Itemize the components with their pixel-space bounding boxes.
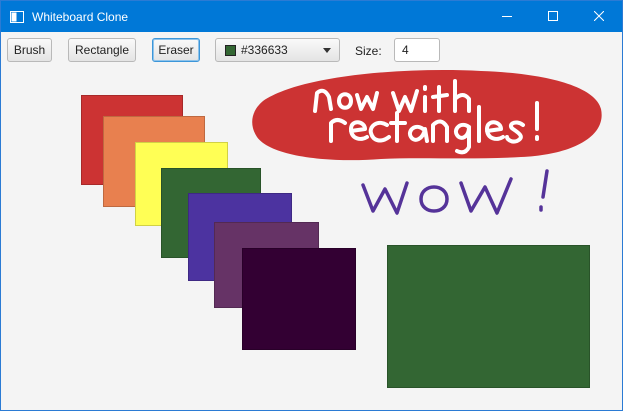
app-window: Whiteboard Clone Brush Rectangle Eraser … — [0, 0, 623, 411]
close-button[interactable] — [576, 1, 622, 32]
maximize-button[interactable] — [530, 1, 576, 32]
size-input[interactable] — [394, 38, 440, 62]
toolbar: Brush Rectangle Eraser #336633 Size: — [1, 32, 622, 67]
eraser-button[interactable]: Eraser — [152, 38, 200, 62]
window-title: Whiteboard Clone — [32, 9, 129, 24]
drawing-canvas[interactable] — [1, 67, 622, 410]
minimize-button[interactable] — [484, 1, 530, 32]
rectangle-button[interactable]: Rectangle — [68, 38, 136, 62]
minimize-icon — [502, 8, 512, 26]
app-icon — [10, 10, 24, 23]
maximize-icon — [548, 8, 558, 26]
color-swatch — [225, 44, 236, 56]
chevron-down-icon — [323, 47, 331, 53]
title-bar[interactable]: Whiteboard Clone — [1, 1, 622, 32]
freehand-drawings — [252, 70, 602, 215]
size-label: Size: — [355, 44, 382, 58]
color-picker[interactable]: #336633 — [215, 38, 340, 62]
red-banner-blob — [252, 70, 602, 161]
close-icon — [593, 8, 605, 26]
color-value: #336633 — [241, 43, 288, 57]
brush-button[interactable]: Brush — [7, 38, 52, 62]
